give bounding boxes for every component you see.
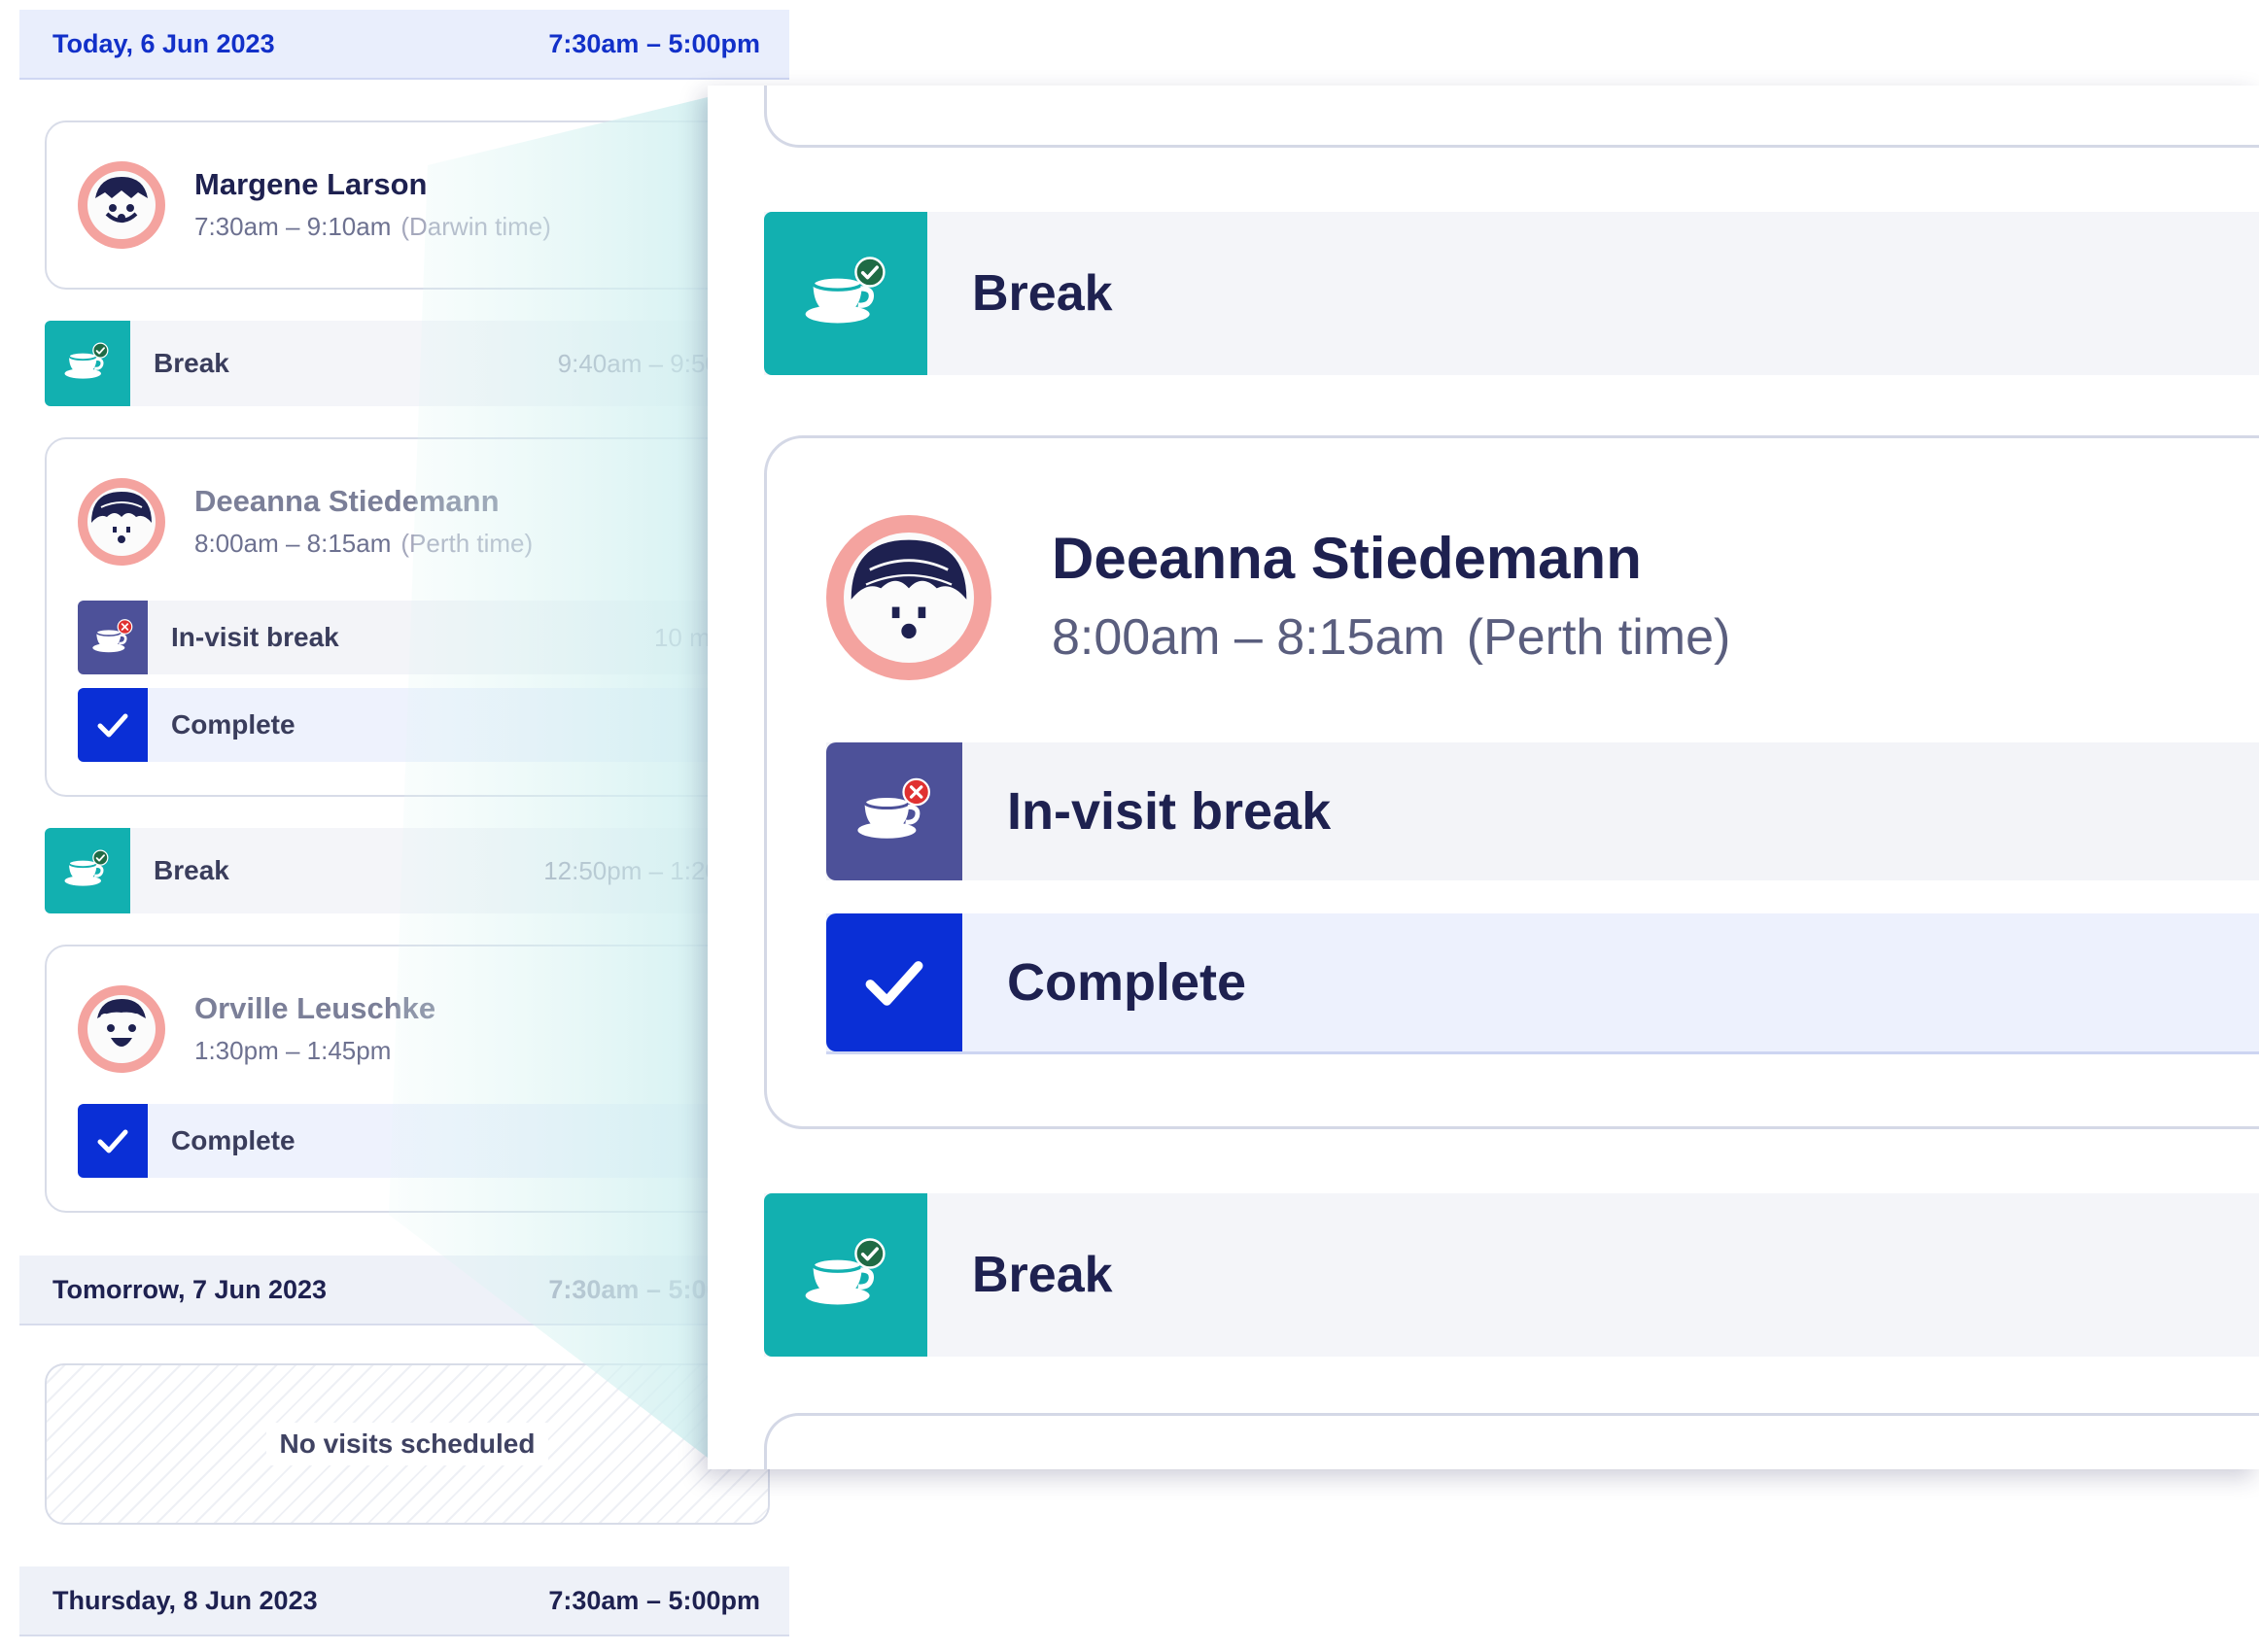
complete-icon-tile [78,1104,148,1178]
visit-card-orville-leuschke[interactable]: Orville Leuschke 1:30pm – 1:45pm Complet… [45,945,768,1213]
person-face-icon [95,177,148,223]
visit-timezone: (Perth time) [400,529,534,558]
checkmark-icon [93,706,132,744]
zoom-complete-status-row[interactable]: Complete [826,913,2259,1054]
coffee-cup-check-icon [803,1237,886,1314]
avatar [78,161,165,249]
visit-time-range: 1:30pm – 1:45pm [194,1036,392,1065]
day-header-today: Today, 6 Jun 2023 7:30am – 5:00pm [19,10,789,80]
complete-icon-tile [826,913,962,1051]
zoom-visit-time: 8:00am – 8:15am (Perth time) [1052,608,1730,667]
day-label: Thursday, 8 Jun 2023 [52,1585,318,1615]
avatar [78,478,165,566]
break-icon-tile [764,212,927,375]
magnified-detail-panel: Break In-visit break Complete Break [708,86,2259,1469]
visit-time: 8:00am – 8:15am (Perth time) [194,529,533,559]
checkmark-icon [93,1121,132,1160]
day-label: Tomorrow, 7 Jun 2023 [52,1274,328,1304]
avatar [78,985,165,1073]
visit-name: Orville Leuschke [194,991,436,1025]
break-label: Break [154,855,229,885]
complete-status-row[interactable]: Complete [78,1104,739,1178]
complete-icon-tile [78,688,148,762]
next-item-edge [764,1413,2259,1469]
break-icon-tile [45,321,130,406]
day-hours: 7:30am – 5:00pm [548,28,760,58]
day-label: Today, 6 Jun 2023 [52,28,275,58]
in-visit-break-label: In-visit break [171,622,339,652]
visit-name: Margene Larson [194,167,428,201]
break-icon-tile [45,828,130,913]
in-visit-break-label: In-visit break [1007,782,1332,841]
status-label: Complete [171,1125,295,1155]
visit-name: Deeanna Stiedemann [194,484,500,518]
visit-time: 7:30am – 9:10am (Darwin time) [194,212,551,242]
zoom-visit-name: Deeanna Stiedemann [1052,526,1642,591]
previous-item-edge [764,86,2259,148]
coffee-cup-cross-icon [855,777,931,846]
zoom-break-row[interactable]: Break [764,1193,2259,1357]
break-label: Break [972,1247,1113,1303]
coffee-cup-cross-icon [91,618,133,654]
day-header-tomorrow: Tomorrow, 7 Jun 2023 7:30am – 5:00pm [19,1256,789,1325]
complete-status-row[interactable]: Complete [78,688,739,762]
visit-time: 1:30pm – 1:45pm [194,1036,391,1066]
break-row[interactable]: Break 9:40am – 9:50am [45,321,768,406]
person-face-icon [851,539,967,639]
break-label: Break [154,348,229,378]
visit-time-range: 7:30am – 9:10am [194,212,392,241]
empty-state-text: No visits scheduled [265,1423,549,1465]
avatar-large [826,515,991,680]
status-label: Complete [171,709,295,740]
coffee-cup-check-icon [63,342,109,381]
in-visit-break-icon-tile [78,601,148,674]
visit-card-deeanna-stiedemann[interactable]: Deeanna Stiedemann 8:00am – 8:15am (Perth… [45,437,768,797]
visit-time-range: 8:00am – 8:15am [194,529,392,558]
day-header-thursday: Thursday, 8 Jun 2023 7:30am – 5:00pm [19,1566,789,1636]
break-row[interactable]: Break 12:50pm – 1:20pm [45,828,768,913]
coffee-cup-check-icon [63,849,109,888]
in-visit-break-icon-tile [826,742,962,880]
break-icon-tile [764,1193,927,1357]
break-label: Break [972,265,1113,322]
day-hours: 7:30am – 5:00pm [548,1585,760,1615]
zoom-visit-timezone: (Perth time) [1466,609,1731,666]
empty-state-card: No visits scheduled [45,1363,770,1525]
status-label: Complete [1007,953,1247,1012]
coffee-cup-check-icon [803,256,886,332]
person-face-icon [91,492,152,543]
zoom-visit-time-range: 8:00am – 8:15am [1052,609,1445,666]
person-face-icon [97,999,146,1047]
zoom-in-visit-break-row[interactable]: In-visit break [826,742,2259,880]
in-visit-break-row[interactable]: In-visit break 10 mins [78,601,743,674]
visit-card-margene-larson[interactable]: Margene Larson 7:30am – 9:10am (Darwin ti… [45,120,768,290]
zoom-break-row[interactable]: Break [764,212,2259,375]
visit-timezone: (Darwin time) [400,212,551,241]
checkmark-icon [857,946,931,1019]
